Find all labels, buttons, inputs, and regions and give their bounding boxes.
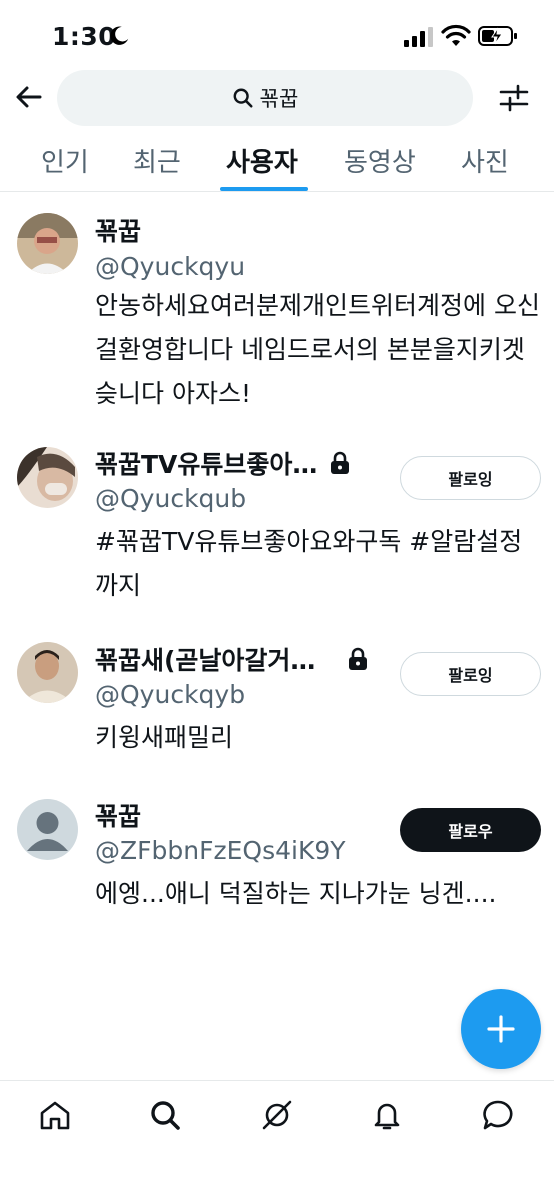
- user-display-name: 꾞꿉: [95, 802, 142, 831]
- wifi-icon: [441, 24, 471, 46]
- user-display-name: 꾞꿉TV유튜브좋아…: [95, 450, 318, 479]
- tab-latest[interactable]: 최근: [133, 142, 181, 179]
- avatar[interactable]: [17, 213, 78, 274]
- user-display-name: 꾞꿉: [95, 217, 142, 246]
- avatar[interactable]: [17, 799, 78, 860]
- cellular-signal-icon: [404, 27, 433, 47]
- user-bio: #꾞꿉TV유튜브좋아요와구독 #알람설정까지: [95, 527, 523, 600]
- active-tab-indicator: [220, 187, 308, 191]
- status-bar: 1:30: [0, 0, 554, 70]
- search-icon: [233, 88, 253, 108]
- user-name-row: 꾞꿉: [95, 212, 141, 248]
- user-handle: @Qyuckqyb: [95, 680, 246, 709]
- user-bio: 안농하세요여러분제개인트위터계정에 오신걸환영합니다 네임드로서의 본분을지키겟…: [95, 291, 540, 408]
- user-bio: 키윙새패밀리: [95, 723, 234, 752]
- user-display-name: 꾞꿉새(곧날아갈거…: [95, 646, 316, 675]
- search-tabs: 인기 최근 사용자 동영상 사진: [0, 138, 554, 192]
- following-button[interactable]: 팔로잉: [400, 456, 541, 500]
- lock-icon: [349, 647, 368, 670]
- search-input[interactable]: 꾞꿉: [57, 70, 473, 126]
- bottom-nav: [0, 1080, 554, 1199]
- user-name-row: 꾞꿉TV유튜브좋아…: [95, 445, 351, 481]
- sliders-icon[interactable]: [498, 82, 530, 114]
- user-handle: @Qyuckqub: [95, 484, 247, 513]
- arrow-left-icon[interactable]: [14, 82, 44, 112]
- user-name-row: 꾞꿉새(곧날아갈거…: [95, 641, 369, 677]
- bell-icon[interactable]: [370, 1098, 404, 1132]
- tab-people[interactable]: 사용자: [226, 142, 298, 179]
- status-time: 1:30: [52, 22, 117, 51]
- user-handle: @Qyuckqyu: [95, 252, 246, 281]
- user-name-row: 꾞꿉: [95, 797, 141, 833]
- lock-icon: [331, 451, 350, 474]
- battery-charging-icon: [478, 26, 517, 46]
- user-handle: @ZFbbnFzEQs4iK9Y: [95, 836, 346, 865]
- follow-button[interactable]: 팔로우: [400, 808, 541, 852]
- moon-icon: [110, 26, 129, 45]
- user-bio: 에엥...애니 덕질하는 지나가눈 닝겐....: [95, 879, 497, 908]
- home-icon[interactable]: [38, 1098, 72, 1132]
- compose-button[interactable]: [461, 989, 541, 1069]
- messages-icon[interactable]: [481, 1098, 515, 1132]
- following-button[interactable]: 팔로잉: [400, 652, 541, 696]
- search-icon[interactable]: [148, 1098, 182, 1132]
- avatar[interactable]: [17, 447, 78, 508]
- plus-icon: [487, 1015, 515, 1043]
- avatar[interactable]: [17, 642, 78, 703]
- tab-photos[interactable]: 사진: [461, 142, 509, 179]
- tab-videos[interactable]: 동영상: [344, 142, 416, 179]
- search-query: 꾞꿉: [259, 87, 299, 111]
- tab-popular[interactable]: 인기: [41, 142, 89, 179]
- grok-icon[interactable]: [260, 1098, 294, 1132]
